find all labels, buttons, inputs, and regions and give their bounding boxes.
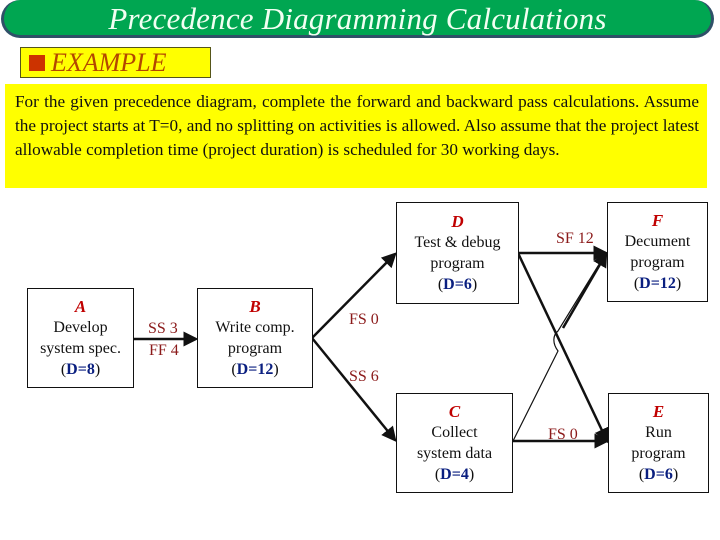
arrow-b-to-c [311,337,397,442]
activity-description-line2: system spec. [40,340,121,357]
activity-description-line2: program [430,255,485,272]
activity-description-line2: system data [416,445,493,462]
activity-id: B [249,297,261,316]
activity-duration: (D=4) [434,466,475,483]
activity-duration: (D=8) [60,361,101,378]
activity-description-line1: Decument [624,233,691,250]
activity-node-f: F Decument program (D=12) [607,202,708,302]
activity-description-line2: program [631,445,686,462]
duration-value: D=8 [66,361,95,378]
relation-label-c-e: FS 0 [548,426,578,443]
activity-duration: (D=12) [633,275,682,292]
activity-description-line2: program [630,254,685,271]
activity-id: C [448,402,461,421]
activity-description-line1: Develop [53,319,108,336]
duration-value: D=12 [236,361,274,378]
activity-id: D [451,212,464,231]
arrow-c-to-f-upper [561,251,608,329]
duration-value: D=12 [639,275,676,292]
activity-description-line1: Run [645,424,672,441]
activity-node-d: D Test & debug program (D=6) [396,202,519,304]
activity-duration: (D=6) [437,276,478,293]
arrow-c-to-f [512,252,607,442]
relation-label-b-d: FS 0 [349,311,379,328]
activity-node-b: B Write comp. program (D=12) [197,288,313,388]
activity-duration: (D=12) [231,361,279,378]
duration-value: D=6 [443,276,472,293]
activity-duration: (D=6) [638,466,679,483]
activity-description-line1: Test & debug [414,234,501,251]
activity-node-a: A Develop system spec. (D=8) [27,288,134,388]
activity-id: A [74,297,87,316]
relation-label-b-c: SS 6 [349,368,379,385]
activity-description-line1: Collect [431,424,478,441]
arrow-d-to-e [516,252,609,444]
duration-value: D=4 [440,466,469,483]
relation-label-a-b-ff: FF 4 [149,342,179,359]
activity-node-c: C Collect system data (D=4) [396,393,513,493]
activity-description-line2: program [227,340,283,357]
activity-description-line1: Write comp. [215,319,295,336]
relation-label-d-f: SF 12 [556,230,594,247]
activity-id: F [651,211,664,230]
duration-value: D=6 [644,466,673,483]
activity-node-e: E Run program (D=6) [608,393,709,493]
relation-label-a-b-ss: SS 3 [148,320,178,337]
activity-id: E [652,402,665,421]
